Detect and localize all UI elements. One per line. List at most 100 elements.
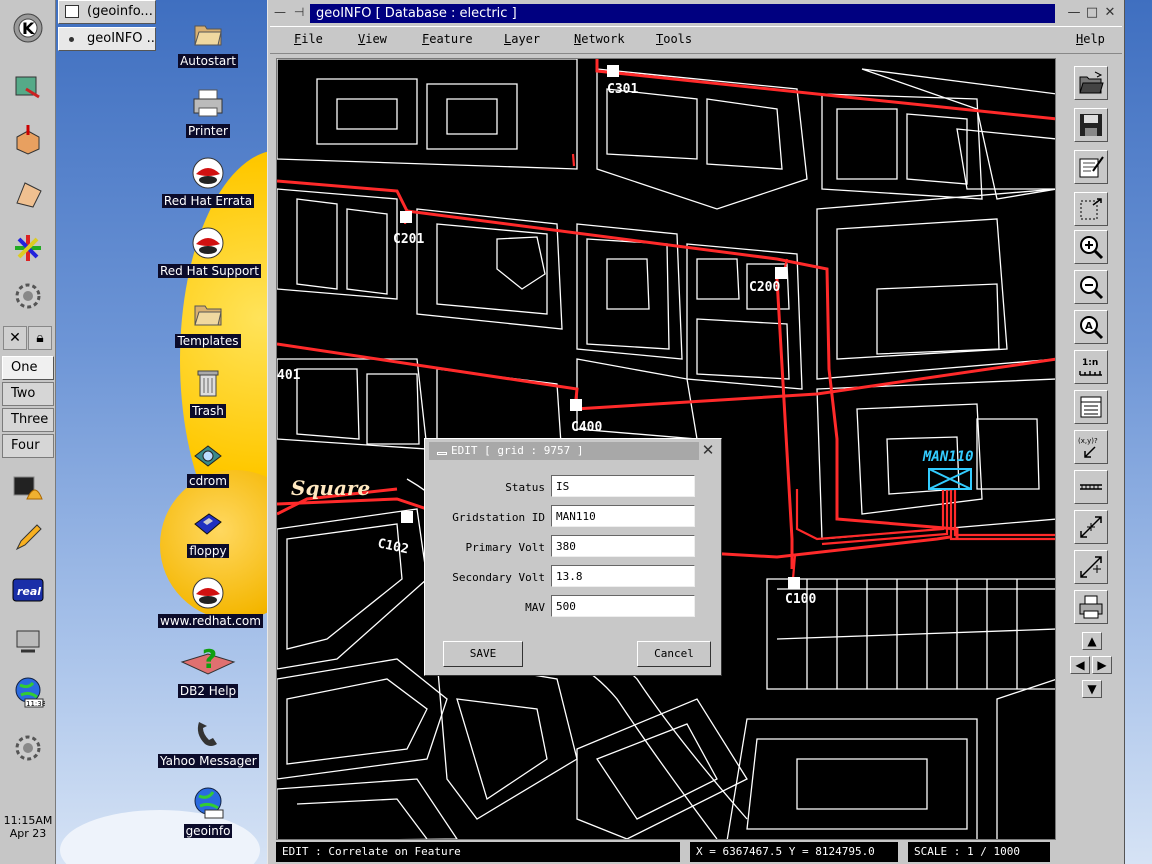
- gridstation-id-field[interactable]: [551, 505, 695, 527]
- floppy-icon: [191, 506, 225, 540]
- gnome-foot-icon[interactable]: [6, 226, 50, 270]
- desktop-icon-geoinfo[interactable]: geoinfo: [158, 786, 258, 838]
- zoom-out-icon[interactable]: [1074, 270, 1108, 304]
- window-list-icon[interactable]: [6, 64, 50, 108]
- desktop-icon-redhat-errata[interactable]: Red Hat Errata: [158, 156, 258, 208]
- dialog-title-text: EDIT [ grid : 9757 ]: [451, 444, 584, 457]
- menu-view[interactable]: View: [358, 32, 387, 46]
- status-field[interactable]: [551, 475, 695, 497]
- desktop-icon-db2-help[interactable]: ? DB2 Help: [158, 640, 258, 698]
- tools-icon[interactable]: ✕: [3, 326, 27, 350]
- attribute-table-icon[interactable]: [1074, 390, 1108, 424]
- desktop-icon-yahoo-messager[interactable]: Yahoo Messager: [158, 716, 259, 768]
- desktop-icon-label: geoinfo: [183, 824, 233, 838]
- close-icon[interactable]: ✕: [1102, 5, 1118, 21]
- select-region-icon[interactable]: [1074, 192, 1108, 226]
- menu-tools[interactable]: Tools: [656, 32, 692, 46]
- secondary-volt-label: Secondary Volt: [452, 571, 545, 584]
- package-icon[interactable]: [6, 118, 50, 162]
- world-clock-time: 11:38: [26, 700, 45, 708]
- desktop-icon-label: Templates: [175, 334, 241, 348]
- dialog-menu-icon[interactable]: [437, 452, 447, 455]
- desktop-icon-templates[interactable]: Templates: [158, 296, 258, 348]
- minimize-icon[interactable]: —: [1066, 5, 1082, 21]
- pan-left-icon[interactable]: ◀: [1070, 656, 1090, 674]
- dialog-close-icon[interactable]: ✕: [699, 441, 717, 459]
- svg-text:K: K: [22, 19, 35, 38]
- zoom-in-icon[interactable]: [1074, 230, 1108, 264]
- phone-icon: [191, 716, 225, 750]
- desktop-icon-autostart[interactable]: Autostart: [158, 16, 258, 68]
- window-titlebar[interactable]: — ⊣ geoINFO [ Database : electric ] — □ …: [270, 2, 1122, 24]
- kde-panel: K ✕ 🔒︎ One Two Three Four real 11:38 11:…: [0, 0, 56, 864]
- realplayer-icon[interactable]: real: [6, 568, 50, 612]
- map-label-c400: C400: [571, 420, 602, 435]
- secondary-volt-field[interactable]: [551, 565, 695, 587]
- save-button[interactable]: SAVE: [443, 641, 523, 667]
- trash-icon: [191, 366, 225, 400]
- network-icon[interactable]: [6, 620, 50, 664]
- svg-text:real: real: [17, 585, 41, 598]
- menu-file[interactable]: File: [294, 32, 323, 46]
- desktop-icon-label: cdrom: [187, 474, 229, 488]
- gridstation-man110-symbol[interactable]: [928, 468, 972, 490]
- pan-right-icon[interactable]: ▶: [1092, 656, 1112, 674]
- lock-icon[interactable]: 🔒︎: [28, 326, 52, 350]
- terminal-shell-icon[interactable]: [6, 466, 50, 510]
- pager-desktop-one[interactable]: One: [2, 356, 54, 380]
- coordinate-query-icon[interactable]: (x,y)?: [1074, 430, 1108, 464]
- globe-icon: [191, 786, 225, 820]
- pager-desktop-four[interactable]: Four: [2, 434, 54, 458]
- pan-down-icon[interactable]: ▼: [1082, 680, 1102, 698]
- desktop-icon-printer[interactable]: Printer: [158, 86, 258, 138]
- desktop-icon-label: Printer: [186, 124, 230, 138]
- map-label-man110: MAN110: [922, 449, 974, 465]
- desktop-icon-label: DB2 Help: [177, 684, 239, 698]
- desktop-icon-label: www.redhat.com: [158, 614, 263, 628]
- measure-ruler-icon[interactable]: [1074, 470, 1108, 504]
- kde-menu-icon[interactable]: K: [6, 6, 50, 50]
- stretch-icon[interactable]: [1074, 550, 1108, 584]
- menu-feature[interactable]: Feature: [422, 32, 473, 46]
- map-label-c102: C102: [376, 536, 410, 557]
- panel-clock[interactable]: 11:15AM Apr 23: [0, 814, 56, 840]
- desktop-icon-redhat-support[interactable]: Red Hat Support: [158, 226, 261, 278]
- zoom-ratio-icon[interactable]: 1:n: [1074, 350, 1108, 384]
- desktop-icon-trash[interactable]: Trash: [158, 366, 258, 418]
- printer-icon: [191, 86, 225, 120]
- maximize-icon[interactable]: □: [1084, 5, 1100, 21]
- home-folder-icon[interactable]: [6, 172, 50, 216]
- control-center-gear-icon[interactable]: [6, 274, 50, 318]
- map-label-401: 401: [277, 368, 301, 383]
- taskbar-item-label: (geoinfo...: [87, 4, 153, 19]
- taskbar-item-geoinfo[interactable]: geoINFO ...: [58, 27, 156, 51]
- map-label-c301: C301: [607, 82, 638, 97]
- pencil-icon[interactable]: [6, 516, 50, 560]
- desktop-icon-redhat-com[interactable]: www.redhat.com: [158, 576, 263, 628]
- move-node-icon[interactable]: [1074, 510, 1108, 544]
- taskbar-item-terminal[interactable]: (geoinfo...: [58, 0, 156, 24]
- save-disk-icon[interactable]: [1074, 108, 1108, 142]
- mav-field[interactable]: [551, 595, 695, 617]
- window-menu-pin-icon[interactable]: — ⊣: [274, 5, 306, 19]
- pager-desktop-three[interactable]: Three: [2, 408, 54, 432]
- menu-layer[interactable]: Layer: [504, 32, 540, 46]
- open-folder-icon[interactable]: [1074, 66, 1108, 100]
- desktop-icon-floppy[interactable]: floppy: [158, 506, 258, 558]
- map-edit-icon[interactable]: [1074, 150, 1108, 184]
- menu-help[interactable]: Help: [1076, 32, 1105, 46]
- primary-volt-field[interactable]: [551, 535, 695, 557]
- print-icon[interactable]: [1074, 590, 1108, 624]
- pan-up-icon[interactable]: ▲: [1082, 632, 1102, 650]
- clock-date: Apr 23: [9, 827, 47, 840]
- settings-gear-icon[interactable]: [6, 726, 50, 770]
- cancel-button[interactable]: Cancel: [637, 641, 711, 667]
- menu-network[interactable]: Network: [574, 32, 625, 46]
- pager-desktop-two[interactable]: Two: [2, 382, 54, 406]
- map-label-square: Square: [291, 476, 370, 500]
- dialog-title[interactable]: EDIT [ grid : 9757 ]: [429, 442, 699, 460]
- redhat-icon: [191, 226, 225, 260]
- zoom-all-icon[interactable]: A: [1074, 310, 1108, 344]
- desktop-icon-cdrom[interactable]: cdrom: [158, 436, 258, 488]
- world-clock-icon[interactable]: 11:38: [6, 670, 50, 714]
